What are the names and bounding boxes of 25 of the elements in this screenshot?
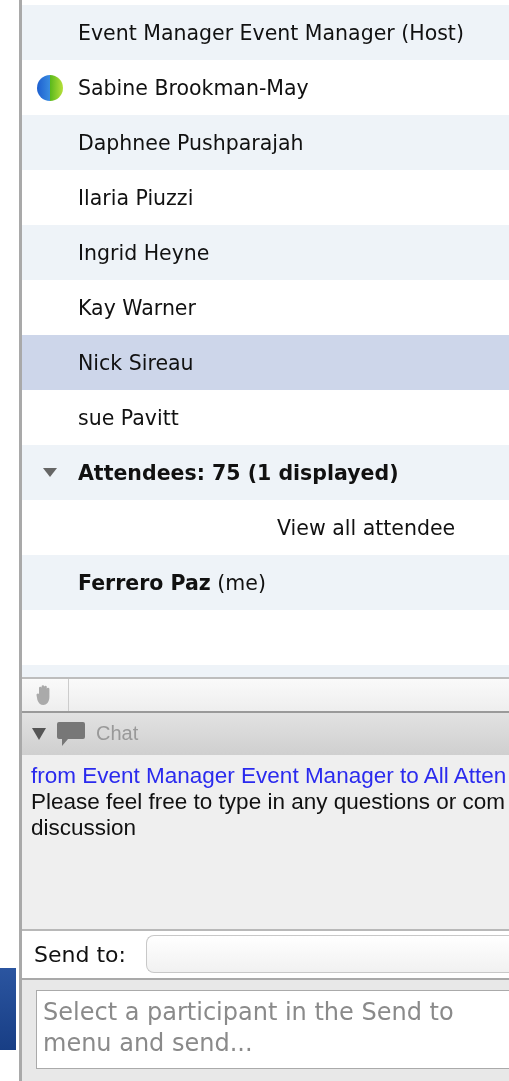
participant-name: sue Pavitt [78, 405, 179, 430]
status-globe-icon [36, 73, 64, 102]
chat-title: Chat [96, 722, 139, 746]
message-sender: from Event Manager Event Manager to All Atten [31, 762, 508, 789]
disclosure-triangle-icon[interactable] [32, 726, 46, 741]
message-text: Please feel free to type in any questions or com discussion [31, 788, 507, 841]
participant-name: Nick Sireau [78, 350, 194, 375]
participant-row[interactable]: Event Manager Event Manager (Host) [22, 5, 509, 60]
participant-row[interactable]: Ingrid Heyne [22, 225, 509, 280]
send-to-label: Send to: [34, 941, 126, 967]
participant-name: Kay Warner [78, 295, 196, 320]
group-title: Attendees: 75 (1 displayed) [78, 460, 399, 485]
view-all-link[interactable]: View all attendee [277, 515, 456, 540]
participant-name: Ingrid Heyne [78, 240, 210, 265]
participant-name: Daphnee Pushparajah [78, 130, 304, 155]
speech-bubble-icon [56, 720, 86, 747]
participant-name: Event Manager Event Manager (Host) [78, 20, 464, 45]
participant-row[interactable]: Daphnee Pushparajah [22, 115, 509, 170]
participant-name: Sabine Brookman-May [78, 75, 309, 100]
chat-input-field[interactable]: Select a participant in the Send to menu and send... [36, 990, 509, 1069]
participant-row[interactable]: Ferrero Paz (me) [22, 555, 509, 610]
participant-row[interactable]: Nick Sireau [22, 335, 509, 390]
participant-name: Ferrero Paz (me) [78, 570, 266, 595]
disclosure-triangle-icon[interactable] [43, 467, 57, 478]
participant-name: Ilaria Piuzzi [78, 185, 194, 210]
